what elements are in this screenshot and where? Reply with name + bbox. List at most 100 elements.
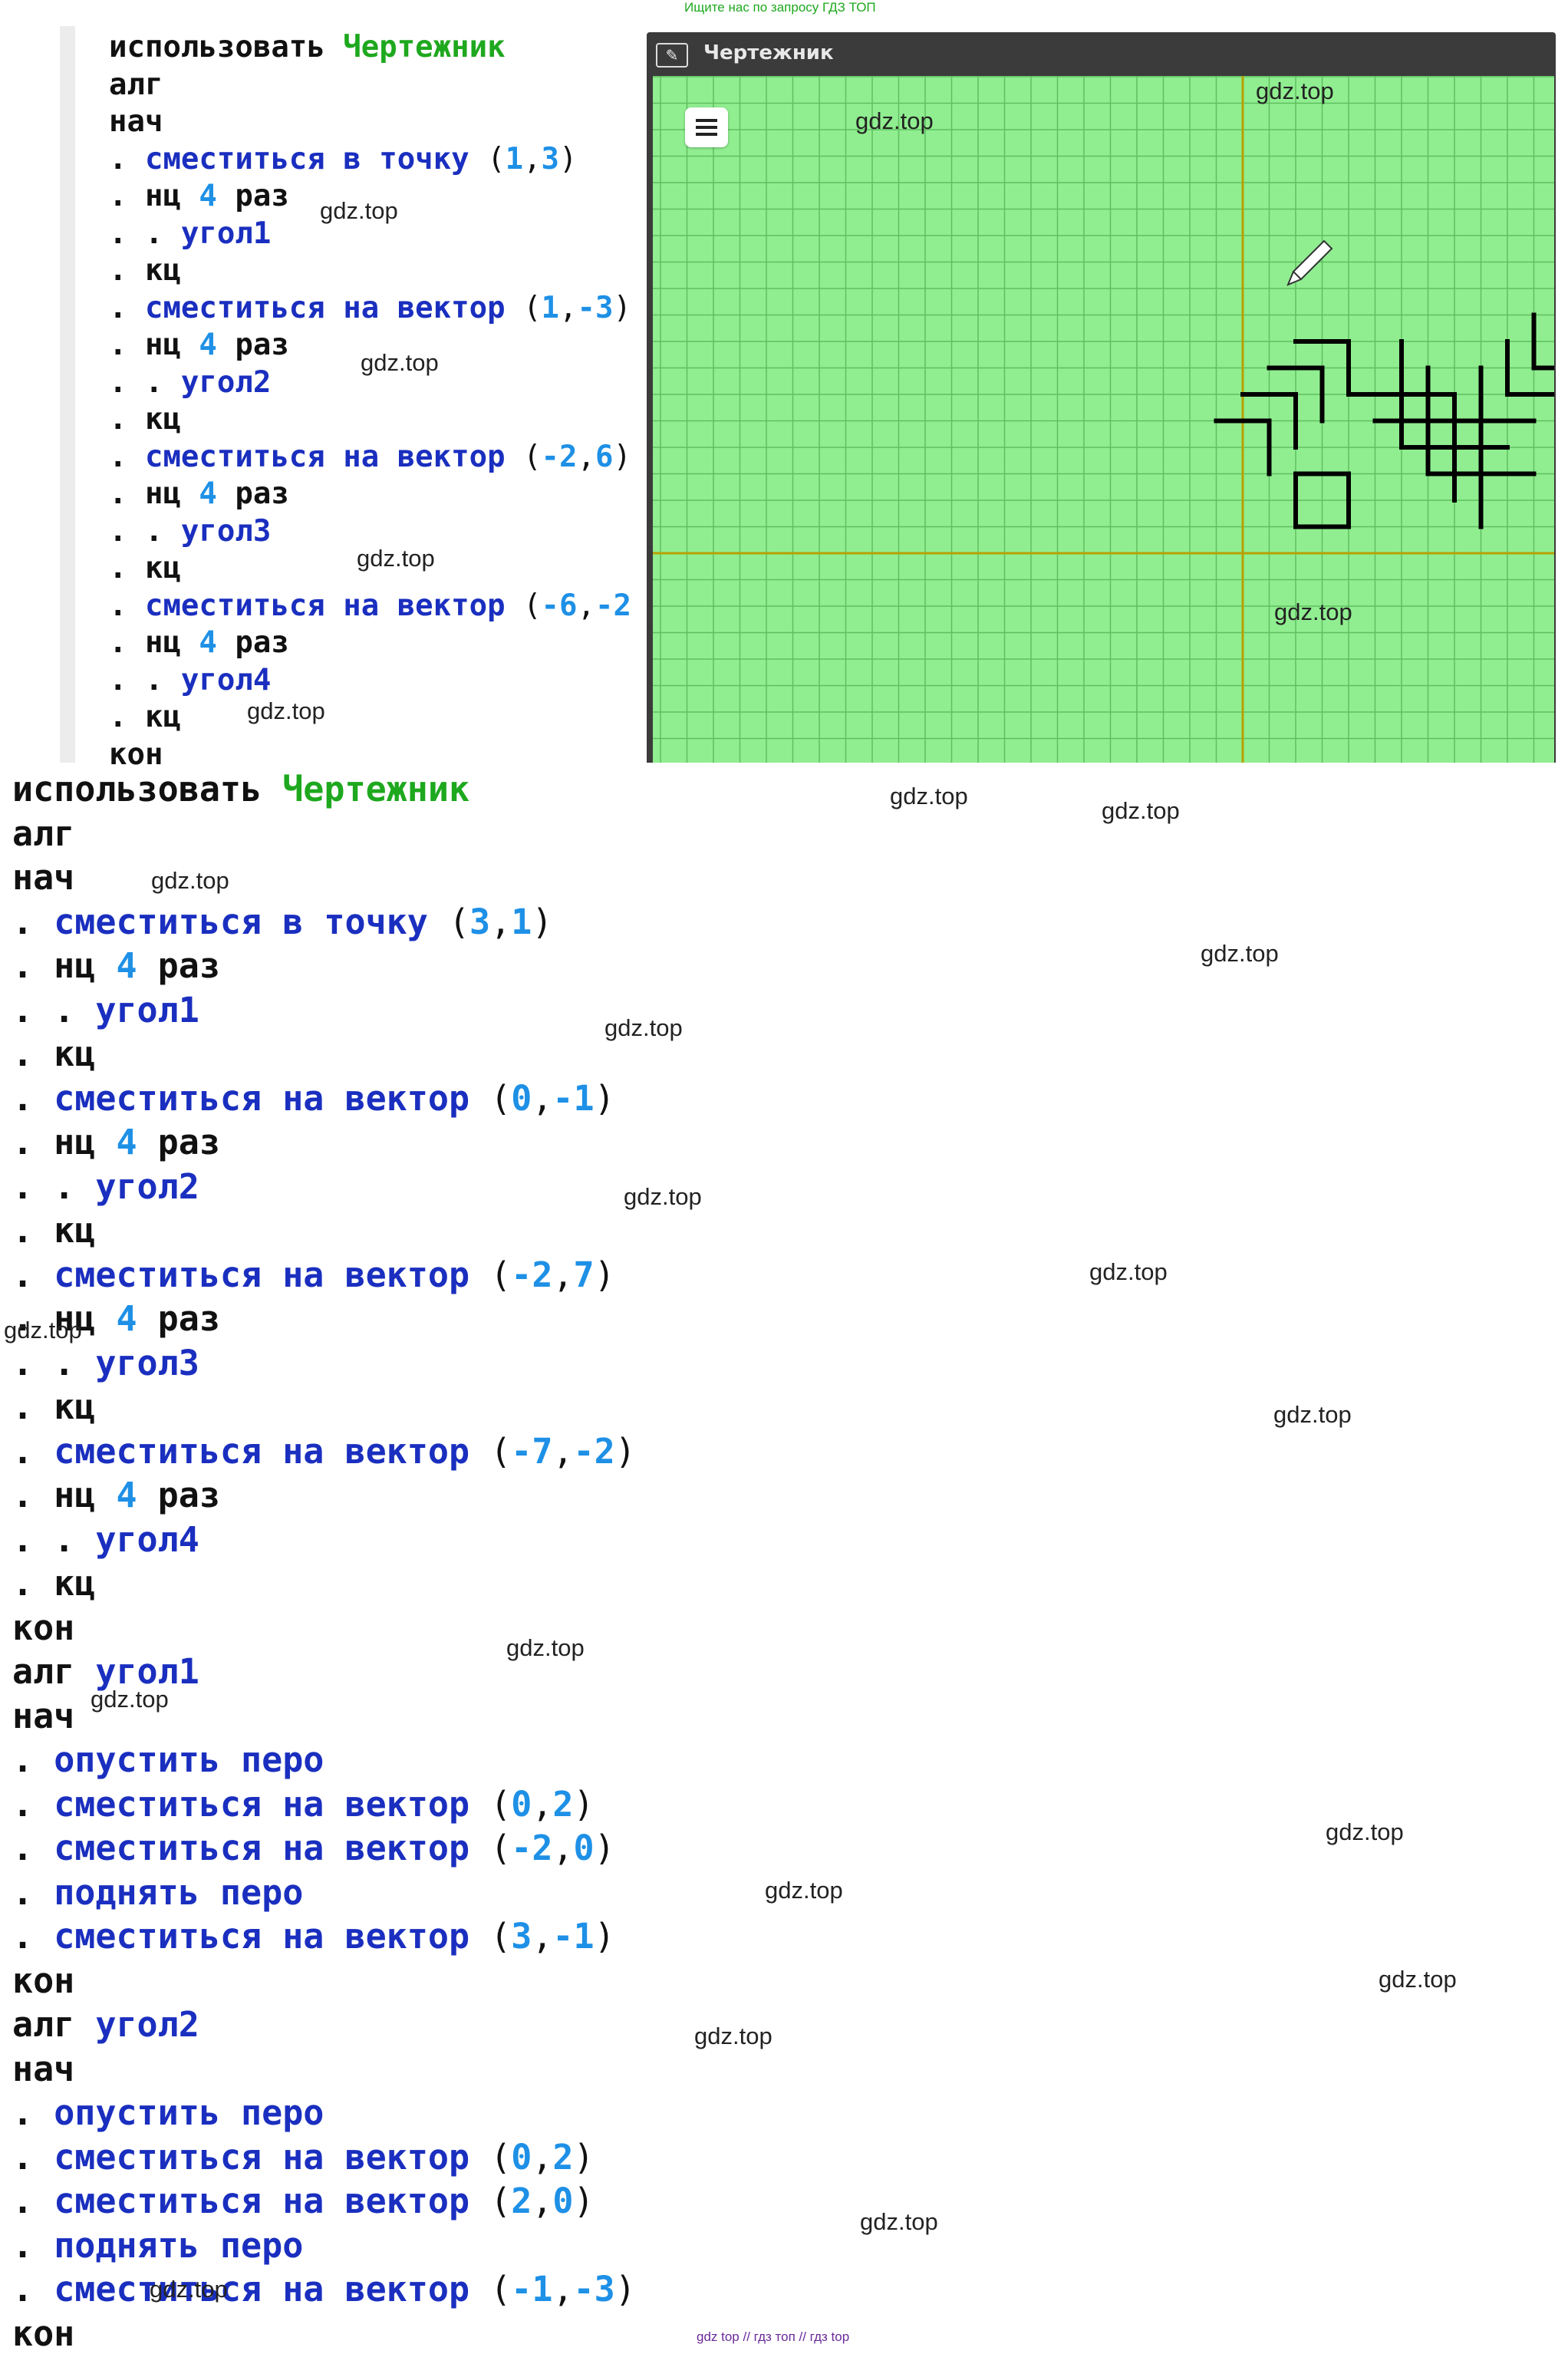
top-note: Ищите нас по запросу ГДЗ ТОП [684,0,876,15]
code-token: . нц [109,625,199,660]
watermark-text: gdz.top [855,107,934,134]
code-line: . сместиться на вектор (0,2) [12,2140,595,2174]
code-line: . кц [12,1566,95,1601]
code-token: нач [12,2048,75,2089]
code-token: 4 [199,328,217,362]
code-line: кон [12,1611,74,1645]
code-token: сместиться в точку [54,901,449,942]
code-token: угол1 [180,216,272,251]
code-token: сместиться на вектор [54,2269,491,2309]
code-token: ( [490,1783,512,1825]
code-line: использовать Чертежник [12,772,469,806]
code-token: -6 [541,588,578,623]
code-token: ) [614,1430,636,1472]
code-line: . опустить перо [12,2095,324,2130]
code-line: . нц 4 раз [109,628,289,658]
code-token: сместиться на вектор [54,1828,491,1868]
code-line: кон [12,1963,74,1998]
code-token: . кц [109,253,181,288]
watermark-text: gdz.top [1102,797,1180,824]
code-line: алг [12,816,74,851]
code-token: , [532,2136,553,2178]
code-line: . . угол1 [109,219,271,249]
code-token: , [532,1916,553,1957]
code-token: кон [12,1960,75,2001]
code-token: , [532,1783,553,1825]
code-token: сместиться на вектор [54,2136,491,2178]
code-token: угол1 [95,989,199,1030]
code-token: ( [490,1254,512,1295]
code-token: раз [216,476,289,511]
code-token: . . [109,364,181,400]
code-token: , [532,1077,553,1119]
code-token: сместиться на вектор [144,439,524,474]
drawing-canvas [653,76,1554,763]
code-token: угол2 [180,364,272,400]
code-token: кон [12,1607,75,1648]
code-token: ) [613,290,631,325]
code-token: Чертежник [282,769,470,809]
code-token: угол4 [180,662,272,697]
code-token: , [532,2181,553,2221]
code-token: раз [216,328,289,362]
code-token: . [109,290,145,325]
code-token: 4 [199,476,217,511]
code-token: сместиться на вектор [54,1783,491,1825]
code-token: -2 [541,439,578,474]
code-token: . [12,1916,54,1957]
code-line: . сместиться на вектор (2,0) [12,2184,595,2218]
code-token: . кц [109,402,181,437]
code-token: нач [109,104,163,139]
code-token: . [109,588,145,623]
watermark-text: gdz.top [361,349,439,376]
menu-icon[interactable] [685,107,728,147]
code-token: раз [216,625,289,660]
code-token: сместиться на вектор [54,1077,491,1119]
code-line: . нц 4 раз [12,1125,220,1159]
code-line: . . угол3 [109,516,271,546]
code-token: поднять перо [54,1871,304,1913]
code-token: . [12,1871,54,1913]
code-token: угол3 [180,513,272,549]
code-token: . нц [109,476,199,511]
code-line: . кц [12,1037,95,1071]
code-line: . сместиться на вектор (3,-1) [12,1919,615,1953]
code-token: -1 [552,1077,595,1119]
code-token: 1 [505,141,524,176]
code-token: алг [12,1651,96,1692]
code-line: . кц [12,1213,95,1248]
watermark-text: gdz.top [694,2023,772,2049]
code-token: опустить перо [54,1739,324,1780]
code-token: , [577,588,595,623]
code-token: ( [523,439,542,474]
code-token: раз [137,945,220,986]
code-token: ) [559,141,578,176]
code-token: . . [109,662,181,697]
code-token: опустить перо [54,2092,324,2133]
code-line: . . угол3 [12,1346,199,1380]
code-token: -1 [511,2269,553,2309]
code-token: ) [594,1077,615,1119]
code-token: 4 [116,945,137,986]
code-token: ) [594,1916,615,1957]
code-line: . сместиться на вектор (0,2) [12,1787,595,1822]
code-token: ( [487,141,506,176]
code-line: . . угол2 [109,368,271,397]
watermark-text: gdz.top [1256,77,1334,104]
code-token: угол2 [95,2004,199,2045]
code-token: -2 [573,1430,615,1472]
code-token: 4 [116,1475,137,1515]
pin-icon[interactable]: ✎ [656,43,688,68]
code-token: -2 [595,588,631,623]
code-line: . кц [12,1390,95,1424]
code-token: угол4 [95,1518,199,1560]
drawer-window: ✎ Чертежник [647,32,1556,763]
code-line: . нц 4 раз [109,330,289,360]
code-token: ) [532,901,553,942]
code-line: . сместиться в точку (3,1) [12,905,552,939]
code-panel-top: использовать Чертежник алг нач. сместиться… [60,26,666,770]
watermark-text: gdz.top [1379,1966,1457,1993]
watermark-text: gdz.top [1201,940,1279,967]
code-token: ( [490,2181,512,2221]
code-token: ) [573,1783,595,1825]
